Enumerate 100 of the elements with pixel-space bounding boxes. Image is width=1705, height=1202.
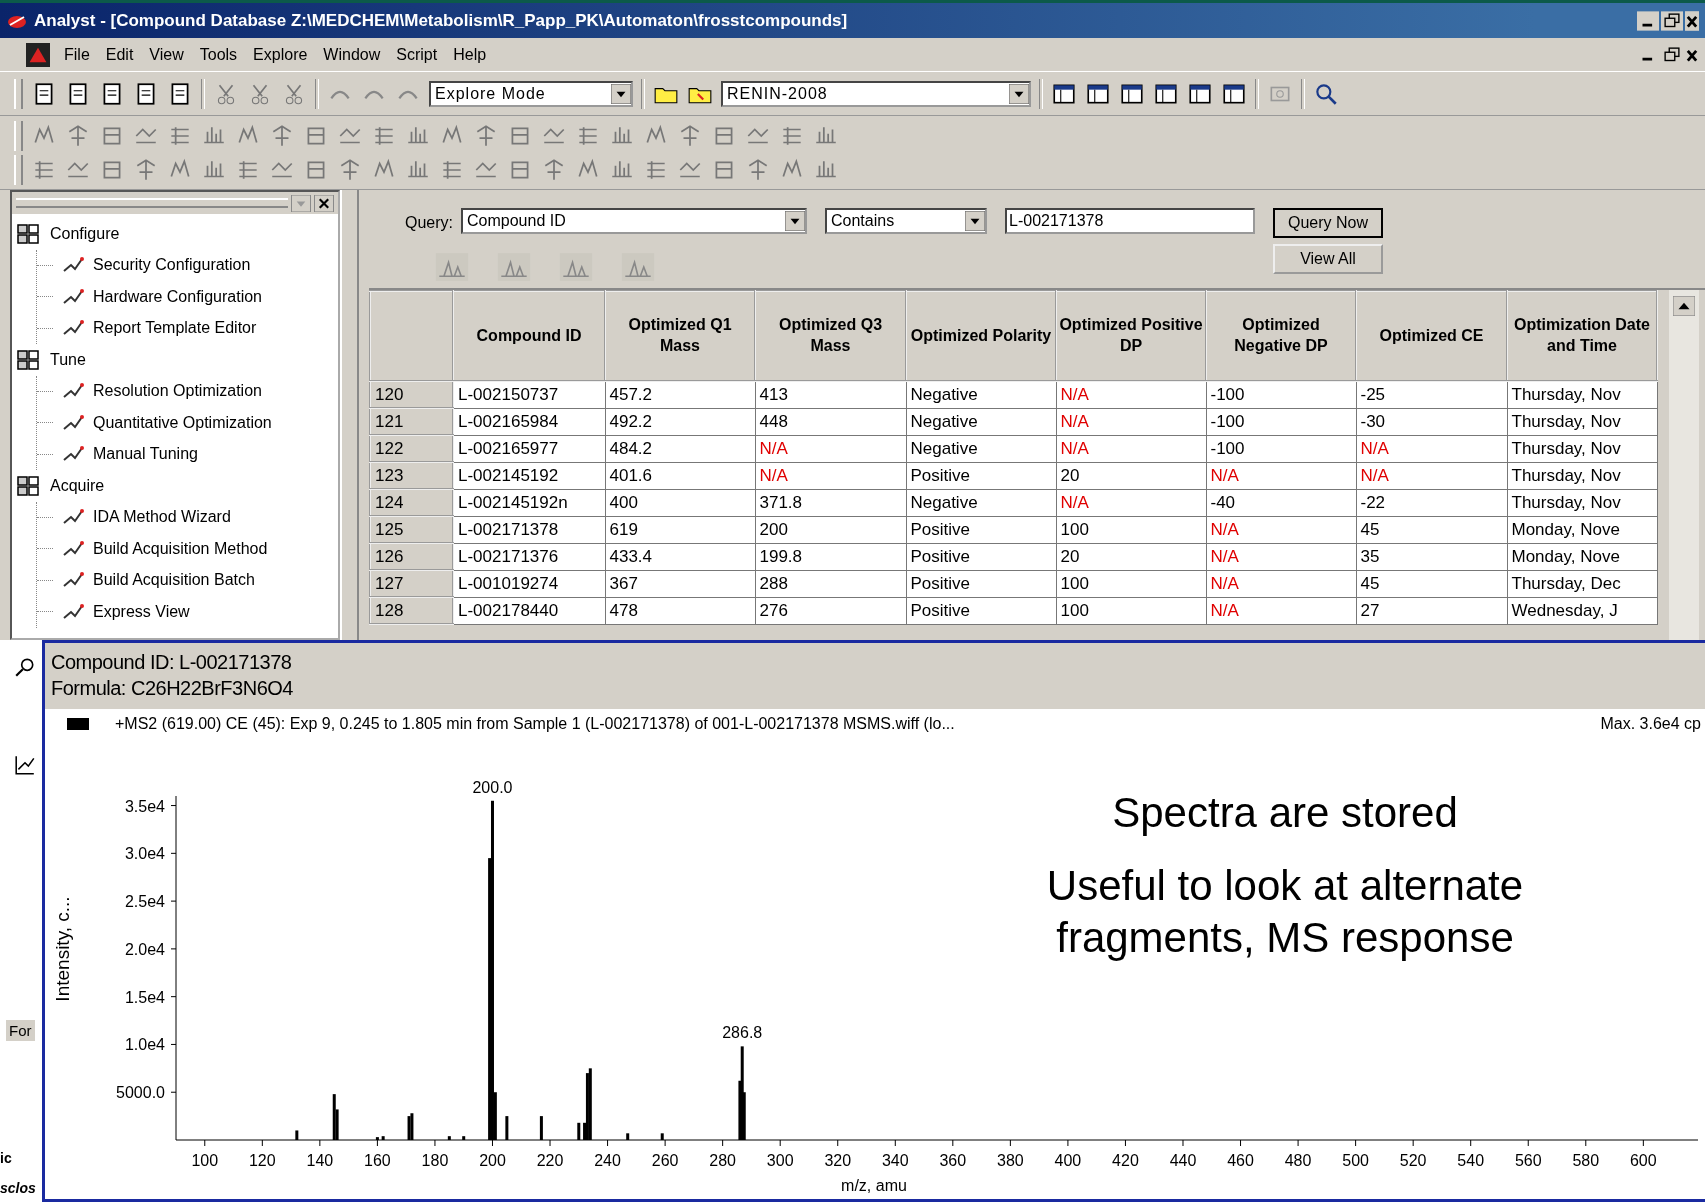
- table-cell: 200: [755, 516, 906, 543]
- table-cell: N/A: [1206, 570, 1356, 597]
- tree-item[interactable]: Security Configuration: [37, 249, 338, 281]
- table-cell: N/A: [1206, 516, 1356, 543]
- field-dropdown[interactable]: Compound ID: [461, 208, 807, 234]
- table-cell: N/A: [1206, 462, 1356, 489]
- y-tick-label: 3.0e4: [124, 845, 165, 863]
- tree-item[interactable]: Tune: [16, 344, 338, 376]
- column-header[interactable]: Optimized Q1 Mass: [605, 291, 755, 381]
- table-cell: N/A: [1356, 462, 1507, 489]
- cut-off-text: sclos: [0, 1180, 36, 1196]
- dropdown-arrow-icon: [785, 211, 805, 231]
- column-header[interactable]: Optimized Negative DP: [1206, 291, 1356, 381]
- toolbar-grip[interactable]: [14, 120, 23, 151]
- tree-item[interactable]: Report Template Editor: [37, 312, 338, 344]
- restore-icon[interactable]: [1661, 10, 1683, 31]
- toolbar-grip[interactable]: [14, 154, 23, 185]
- column-header[interactable]: Optimized Positive DP: [1056, 291, 1206, 381]
- panel-grip[interactable]: [16, 198, 288, 208]
- table-cell: 100: [1056, 597, 1206, 624]
- query-button[interactable]: Query Now: [1273, 208, 1383, 238]
- x-axis-title: m/z, amu: [841, 1177, 907, 1194]
- peak-tool-icon[interactable]: [434, 252, 470, 282]
- column-header[interactable]: Optimization Date and Time: [1507, 291, 1657, 381]
- x-tick-label: 420: [1112, 1152, 1139, 1169]
- table-cell: L-002145192n: [453, 489, 605, 516]
- y-axis-title: Intensity, c...: [52, 896, 73, 1002]
- x-tick-label: 260: [651, 1152, 679, 1169]
- scroll-up-icon[interactable]: [1673, 296, 1695, 316]
- row-number[interactable]: 121: [370, 408, 453, 435]
- y-tick-label: 2.0e4: [124, 940, 165, 958]
- row-number[interactable]: 122: [370, 435, 453, 462]
- toolbar-grip[interactable]: [14, 78, 23, 109]
- close-icon[interactable]: [314, 194, 334, 212]
- minimize-icon[interactable]: [1637, 10, 1659, 31]
- x-tick-label: 600: [1630, 1152, 1657, 1169]
- table-cell: L-002165984: [453, 408, 605, 435]
- y-tick-label: 1.5e4: [124, 988, 165, 1006]
- peak-tool-icon[interactable]: [496, 252, 532, 282]
- y-tick-label: 5000.0: [116, 1084, 165, 1102]
- tree-item[interactable]: Express View: [37, 596, 338, 628]
- table-cell: 484.2: [605, 435, 755, 462]
- operator-dropdown[interactable]: Contains: [825, 208, 987, 234]
- table-cell: 367: [605, 570, 755, 597]
- menu-item[interactable]: Window: [317, 45, 387, 64]
- menu-item[interactable]: Edit: [99, 45, 140, 64]
- row-number[interactable]: 123: [370, 462, 453, 489]
- splitter-bar[interactable]: [340, 190, 359, 640]
- tree-item[interactable]: IDA Method Wizard: [37, 501, 338, 533]
- tree-item[interactable]: Build Acquisition Batch: [37, 564, 338, 596]
- peak-tool-icon[interactable]: [620, 252, 656, 282]
- tree-item[interactable]: Configure: [16, 218, 338, 250]
- menu-item[interactable]: View: [143, 45, 190, 64]
- menu-item[interactable]: Help: [447, 45, 493, 64]
- dropdown-arrow-icon: [965, 211, 985, 231]
- menu-item[interactable]: Explore: [247, 45, 314, 64]
- tree-item[interactable]: Acquire: [16, 470, 338, 502]
- row-number[interactable]: 127: [370, 570, 453, 597]
- scrollbar[interactable]: [1669, 290, 1699, 640]
- row-number[interactable]: 126: [370, 543, 453, 570]
- table-cell: 276: [755, 597, 906, 624]
- row-number[interactable]: 125: [370, 516, 453, 543]
- table-cell: Negative: [906, 408, 1056, 435]
- table-cell: Positive: [906, 462, 1056, 489]
- column-header[interactable]: Optimized Q3 Mass: [755, 291, 906, 381]
- menu-item[interactable]: Tools: [193, 45, 244, 64]
- menu-item[interactable]: Script: [390, 45, 444, 64]
- table-cell: L-001019274: [453, 570, 605, 597]
- tree-item[interactable]: Hardware Configuration: [37, 281, 338, 313]
- table-cell: 288: [755, 570, 906, 597]
- row-number[interactable]: 128: [370, 597, 453, 624]
- table-cell: -40: [1206, 489, 1356, 516]
- tree-item[interactable]: Resolution Optimization: [37, 375, 338, 407]
- row-number[interactable]: 124: [370, 489, 453, 516]
- x-tick-label: 380: [997, 1152, 1024, 1169]
- table-cell: 45: [1356, 516, 1507, 543]
- table-cell: Monday, Nove: [1507, 543, 1657, 570]
- view-all-button[interactable]: View All: [1273, 244, 1383, 274]
- table-cell: Thursday, Nov: [1507, 435, 1657, 462]
- tab-button[interactable]: For: [6, 1020, 35, 1041]
- table-cell: Negative: [906, 489, 1056, 516]
- column-header[interactable]: Optimized Polarity: [906, 291, 1056, 381]
- mode-dropdown[interactable]: Explore Mode: [429, 80, 633, 107]
- close-icon[interactable]: [1685, 10, 1699, 31]
- column-header[interactable]: Compound ID: [453, 291, 605, 381]
- tree-item[interactable]: Build Acquisition Method: [37, 533, 338, 565]
- tree-item[interactable]: Manual Tuning: [37, 438, 338, 470]
- x-tick-label: 340: [881, 1152, 909, 1169]
- table-cell: Positive: [906, 570, 1056, 597]
- spectrum-peak: [462, 1136, 466, 1140]
- menu-item[interactable]: File: [58, 45, 96, 64]
- column-header[interactable]: Optimized CE: [1356, 291, 1507, 381]
- query-input[interactable]: L-002171378: [1005, 208, 1255, 234]
- project-dropdown[interactable]: RENIN-2008: [721, 80, 1031, 107]
- table-cell: Negative: [906, 435, 1056, 462]
- row-number[interactable]: 120: [370, 381, 453, 408]
- x-tick-label: 460: [1227, 1152, 1254, 1169]
- peak-tool-icon[interactable]: [558, 252, 594, 282]
- x-tick-label: 360: [939, 1152, 967, 1169]
- tree-item[interactable]: Quantitative Optimization: [37, 407, 338, 439]
